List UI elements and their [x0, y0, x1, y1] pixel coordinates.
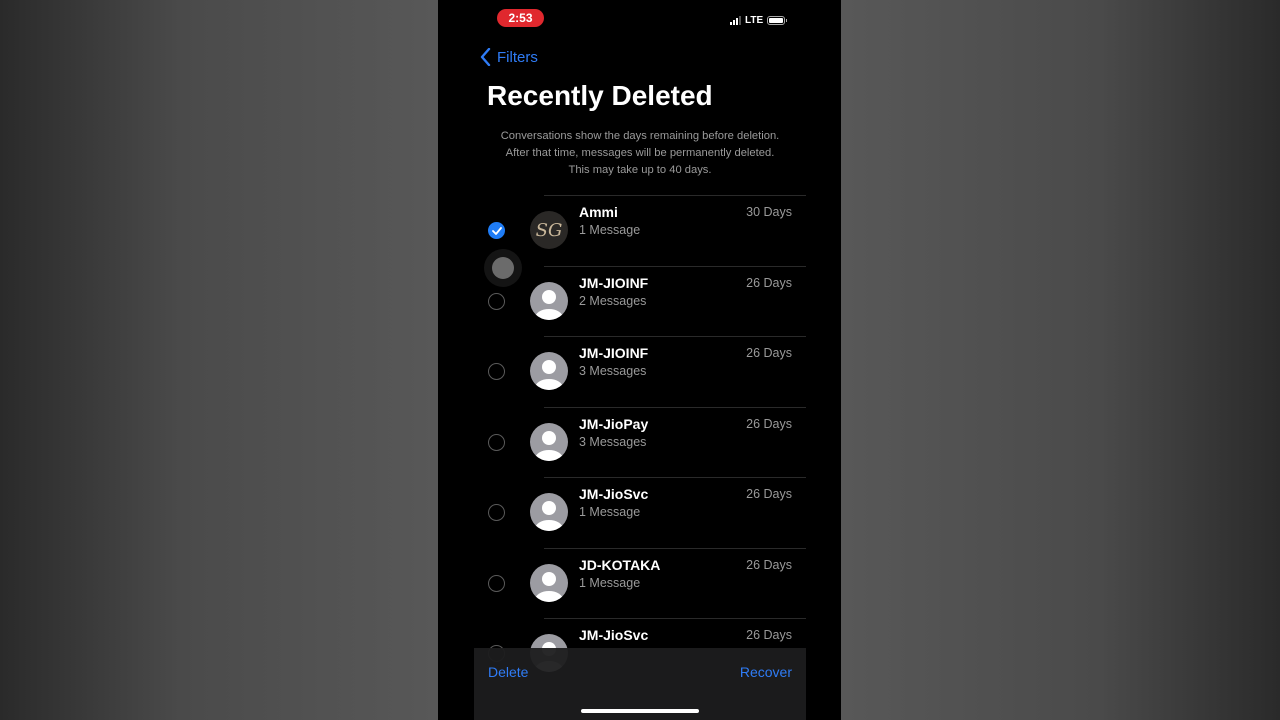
contact-name: JM-JioSvc [579, 627, 649, 643]
contact-name: JM-JIOINF [579, 274, 649, 291]
person-icon [530, 563, 568, 602]
delete-button[interactable]: Delete [488, 664, 528, 680]
back-label: Filters [497, 48, 538, 66]
battery-icon [767, 15, 788, 25]
contact-name: Ammi [579, 204, 618, 220]
status-icons: LTE [730, 13, 788, 27]
back-button[interactable]: Filters [480, 48, 538, 66]
person-icon [530, 422, 568, 461]
days-remaining: 26 Days [746, 628, 792, 642]
recover-button[interactable]: Recover [740, 664, 792, 680]
days-remaining: 26 Days [746, 487, 792, 501]
row-separator [544, 547, 806, 549]
row-separator [544, 477, 806, 478]
message-count: 1 Message [579, 575, 641, 590]
contact-name: JM-JioPay [579, 415, 649, 432]
contact-name: JM-JioSvc [579, 486, 649, 502]
chevron-left-icon [480, 48, 491, 66]
description-line: This may take up to 40 days. [568, 164, 712, 176]
checkbox[interactable] [488, 292, 505, 310]
contact-name: JD-KOTAKA [579, 556, 661, 573]
message-count: 1 Message [579, 223, 641, 237]
person-icon [530, 493, 568, 531]
conversation-row[interactable]: JM-JIOINF 3 Messages 26 Days [438, 336, 841, 407]
message-count: 1 Message [579, 505, 641, 519]
phone-screen: 2:53 LTE Filters Recently Deleted Conver… [438, 0, 841, 720]
logo-avatar: SG [530, 211, 568, 249]
days-remaining: 26 Days [746, 557, 792, 572]
page-description: Conversations show the days remaining be… [478, 128, 802, 179]
network-label: LTE [745, 14, 764, 26]
conversation-row[interactable]: JD-KOTAKA 1 Message 26 Days [438, 547, 841, 619]
touch-indicator [484, 249, 522, 287]
conversation-row[interactable]: JM-JioPay 3 Messages 26 Days [438, 406, 841, 478]
checkbox[interactable] [488, 363, 505, 380]
message-count: 3 Messages [579, 364, 647, 378]
days-remaining: 26 Days [746, 275, 792, 290]
row-separator [544, 406, 806, 408]
svg-text:SG: SG [536, 220, 563, 241]
checkbox[interactable] [488, 504, 505, 521]
page-title: Recently Deleted [487, 80, 713, 111]
conversation-row[interactable]: JM-JioSvc 1 Message 26 Days [438, 477, 841, 548]
days-remaining: 30 Days [746, 205, 792, 219]
row-separator [544, 618, 806, 619]
row-separator [544, 195, 806, 196]
signal-icon [730, 15, 741, 25]
checkbox[interactable] [488, 433, 505, 451]
description-line: Conversations show the days remaining be… [500, 130, 780, 142]
person-icon [530, 281, 568, 320]
days-remaining: 26 Days [746, 416, 792, 431]
row-separator [544, 336, 806, 337]
days-remaining: 26 Days [746, 346, 792, 360]
description-line: After that time, messages will be perman… [505, 147, 775, 159]
person-icon [530, 352, 568, 390]
home-indicator[interactable] [581, 709, 699, 713]
checkbox[interactable] [488, 574, 505, 592]
contact-name: JM-JIOINF [579, 345, 649, 361]
message-count: 3 Messages [579, 434, 647, 449]
checkbox-checked[interactable] [488, 222, 505, 239]
message-count: 2 Messages [579, 293, 647, 308]
row-separator [544, 265, 806, 267]
status-time[interactable]: 2:53 [497, 9, 544, 27]
